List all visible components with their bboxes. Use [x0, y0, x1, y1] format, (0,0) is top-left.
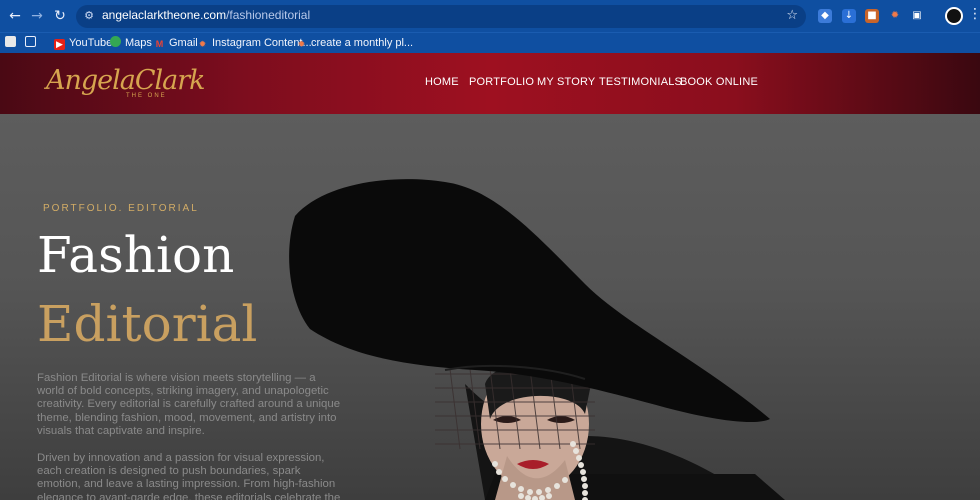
download-icon[interactable]: ↓ — [842, 9, 856, 23]
bookmark-star-icon[interactable]: ☆ — [786, 8, 798, 23]
bookmark-gmail[interactable]: M Gmail — [154, 35, 198, 51]
extension-burst-icon[interactable]: ✹ — [888, 9, 902, 23]
address-bar[interactable]: ⚙ angelaclarktheone.com/fashioneditorial… — [76, 5, 806, 28]
bookmark-maps[interactable]: Maps — [110, 35, 152, 51]
burst-icon: ✹ — [198, 39, 207, 49]
nav-home[interactable]: HOME — [425, 76, 459, 88]
browser-toolbar: ← → ↻ ⚙ angelaclarktheone.com/fashionedi… — [0, 0, 980, 32]
burst-icon: ✹ — [297, 39, 306, 49]
site-header: AngelaClark THE ONE HOME PORTFOLIO MY ST… — [0, 53, 980, 114]
url-text: angelaclarktheone.com/fashioneditorial — [102, 8, 311, 22]
nav-my-story[interactable]: MY STORY — [537, 76, 595, 88]
youtube-icon: ▶ — [54, 39, 65, 50]
bookmarks-bar: ▶ YouTube Maps M Gmail ✹ Instagram Content.… — [0, 32, 980, 53]
reload-icon[interactable]: ↻ — [51, 7, 69, 25]
gmail-icon: M — [155, 39, 164, 49]
extension-tag-icon[interactable]: ◆ — [818, 9, 832, 23]
bookmark-monthly-plan[interactable]: ✹ create a monthly pl... — [296, 35, 413, 51]
hero-title-line2: Editorial — [37, 295, 258, 353]
site-info-icon[interactable]: ⚙ — [82, 9, 96, 23]
site-logo[interactable]: AngelaClark — [46, 65, 206, 96]
bookmark-instagram-content[interactable]: ✹ Instagram Content... — [197, 35, 312, 51]
hero-section: PORTFOLIO. EDITORIAL Fashion Editorial F… — [0, 114, 980, 500]
nav-book-online[interactable]: BOOK ONLINE — [680, 76, 758, 88]
profile-avatar[interactable] — [945, 7, 963, 25]
apps-grid-icon[interactable] — [25, 35, 40, 51]
logo-tagline: THE ONE — [126, 93, 167, 99]
hero-title-line1: Fashion — [37, 226, 235, 284]
extension-box-icon[interactable]: ■ — [865, 9, 879, 23]
extensions-puzzle-icon[interactable]: ▣ — [910, 9, 924, 23]
browser-menu-icon[interactable]: ⋮ — [968, 6, 980, 22]
bookmark-youtube[interactable]: ▶ YouTube — [54, 35, 112, 51]
model-photo — [289, 179, 785, 500]
eyebrow-label: PORTFOLIO. EDITORIAL — [43, 203, 199, 214]
back-arrow-icon[interactable]: ← — [6, 7, 24, 25]
nav-testimonials[interactable]: TESTIMONIALS — [599, 76, 682, 88]
nav-portfolio[interactable]: PORTFOLIO — [469, 76, 534, 88]
bookmark-checkbox-icon[interactable] — [5, 35, 20, 51]
maps-icon — [110, 36, 121, 47]
forward-arrow-icon[interactable]: → — [28, 7, 46, 25]
